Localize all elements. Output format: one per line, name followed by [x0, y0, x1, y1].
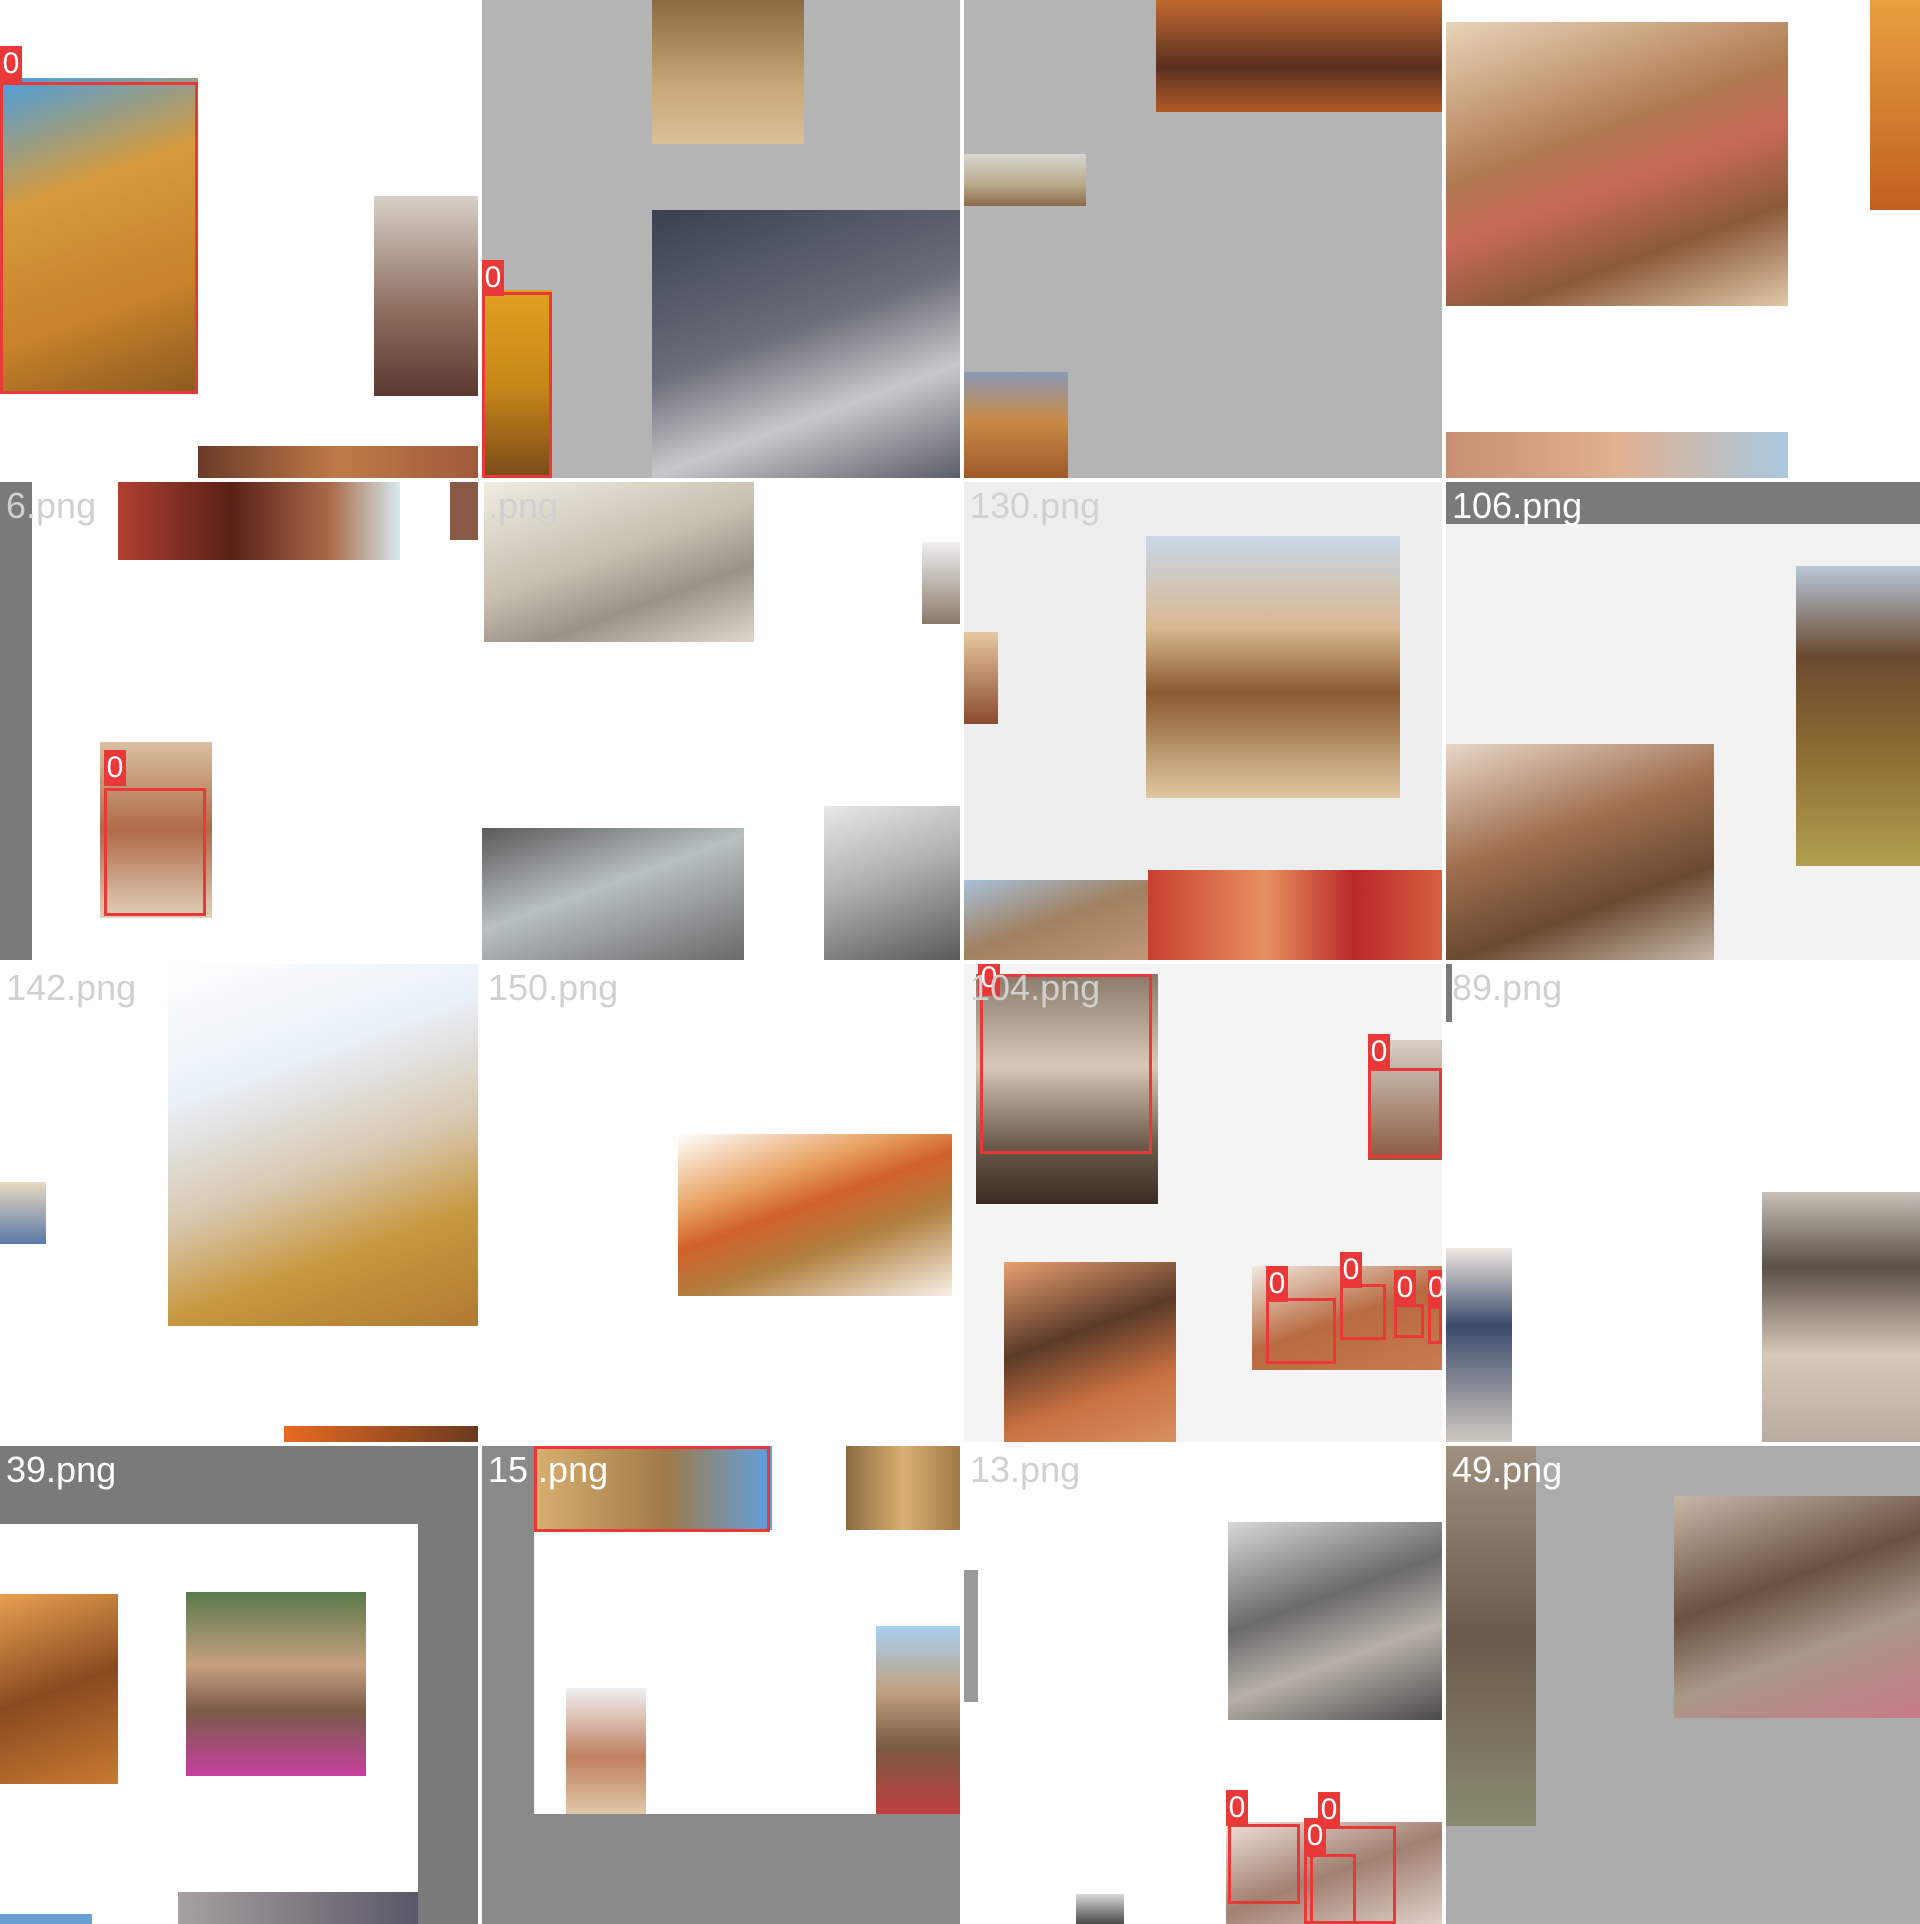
person-figure: [0, 1182, 46, 1244]
pad: [418, 1446, 478, 1924]
camel-strip: [198, 446, 478, 478]
camel-strip: [0, 1914, 92, 1924]
detection-box: [0, 82, 198, 394]
camel-rider-saddle: [678, 1134, 952, 1296]
camel-desert-orange: [0, 1594, 118, 1784]
tile-15: 0 0 0 13.png: [964, 1446, 1442, 1924]
camel-edge: [922, 542, 960, 624]
camels-grazing-bright: [168, 964, 478, 1326]
camel-market-pink: [186, 1592, 366, 1776]
camel-strip: [178, 1892, 418, 1924]
camel-edge: [964, 1570, 978, 1702]
camels-group-bw: [1228, 1522, 1442, 1720]
image-filename-label: 13.png: [970, 1449, 1081, 1490]
image-filename-label: 89.png: [1452, 967, 1563, 1008]
image-filename-label: 15 .png: [488, 1449, 609, 1490]
tile-2: 0: [482, 0, 960, 478]
detection-box: [1340, 1284, 1386, 1340]
detection-tag: 0: [1266, 1266, 1288, 1302]
camel-walking-desert: [1004, 1262, 1176, 1442]
camel-muzzle: [1446, 1248, 1512, 1442]
image-filename-label: 150.png: [488, 967, 619, 1008]
detection-tag: 0: [104, 750, 126, 786]
tile-4: [1446, 0, 1920, 478]
tile-1: 0: [0, 0, 478, 478]
bactrian-camel-grass: [1796, 566, 1920, 866]
camel-decorated: [118, 482, 400, 560]
image-filename-label: 49.png: [1452, 1449, 1563, 1490]
detection-box: [1428, 1306, 1442, 1344]
pad: [0, 482, 32, 960]
image-filename-label: 104.png: [970, 967, 1101, 1008]
image-filename-label: 6.png: [6, 485, 97, 526]
tile-12: 89.png: [1446, 964, 1920, 1442]
camel-neck-closeup: [1446, 1446, 1536, 1826]
camels-market-scene: [1146, 536, 1400, 798]
image-filename-label: .png: [488, 485, 559, 526]
camel-grayscale: [482, 828, 744, 960]
grid-divider: [0, 1442, 1920, 1446]
detection-tag: 0: [482, 260, 504, 296]
camel-edge: [846, 1446, 960, 1530]
camel-edge: [1870, 0, 1920, 210]
detection-tag: 0: [1226, 1790, 1248, 1826]
tile-8: 106.png: [1446, 482, 1920, 960]
detection-box: [1368, 1068, 1442, 1158]
camel-strip: [1446, 432, 1788, 478]
tile-3: [964, 0, 1442, 478]
image-filename-label: 106.png: [1452, 485, 1583, 526]
detection-box: [104, 788, 206, 916]
camel-edge: [450, 482, 478, 540]
camel-strip: [284, 1426, 478, 1442]
detection-box: [1394, 1304, 1424, 1338]
detection-box: [1304, 1854, 1356, 1924]
tile-9: 142.png: [0, 964, 478, 1442]
tile-13: 39.png: [0, 1446, 478, 1924]
camels-resting-sunset: [1156, 0, 1442, 112]
camel-edge: [964, 632, 998, 724]
tile-6: .png: [482, 482, 960, 960]
tile-16: 49.png: [1446, 1446, 1920, 1924]
mosaic-grid: 0 0 0 6.png .png 130.png 106.png 142.png…: [0, 0, 1920, 1924]
image-filename-label: 130.png: [970, 485, 1101, 526]
detection-tag: 0: [1428, 1270, 1442, 1306]
camel-head-bridle: [1674, 1496, 1920, 1718]
grayscale-camels: [652, 210, 960, 478]
camel-riders: [566, 1688, 646, 1814]
camel-decorated-textiles: [1148, 870, 1442, 960]
camel-face-bw: [824, 806, 960, 960]
camel-with-saddle-bags: [374, 196, 478, 396]
camel-face-bw: [1762, 1192, 1920, 1442]
detection-box: [1228, 1824, 1300, 1904]
grid-divider: [0, 478, 1920, 482]
detection-tag: 0: [0, 46, 22, 82]
detection-box: [1266, 1298, 1336, 1364]
detection-tag: 0: [1304, 1818, 1326, 1854]
detection-tag: 0: [1368, 1034, 1390, 1070]
tile-14: 0 15 .png: [482, 1446, 960, 1924]
tile-7: 130.png: [964, 482, 1442, 960]
camel-resting-striped-saddle: [1446, 22, 1788, 306]
detection-tag: 0: [1340, 1252, 1362, 1288]
grid-divider: [0, 960, 1920, 964]
bactrian-camel: [964, 372, 1068, 478]
camel-pyramid: [876, 1626, 960, 1814]
tile-11: 0 0 0 0 0 0 104.png: [964, 964, 1442, 1442]
camels-resting-group: [1446, 744, 1714, 960]
detection-tag: 0: [1394, 1270, 1416, 1306]
camel-legs-sand: [652, 0, 804, 144]
image-filename-label: 142.png: [6, 967, 137, 1008]
pad: [482, 1814, 960, 1924]
pyramid-view: [964, 880, 1148, 960]
detection-box: [482, 292, 552, 478]
tile-5: 0 6.png: [0, 482, 478, 960]
tile-10: 150.png: [482, 964, 960, 1442]
camel-caravan-small: [964, 154, 1086, 206]
image-filename-label: 39.png: [6, 1449, 117, 1490]
